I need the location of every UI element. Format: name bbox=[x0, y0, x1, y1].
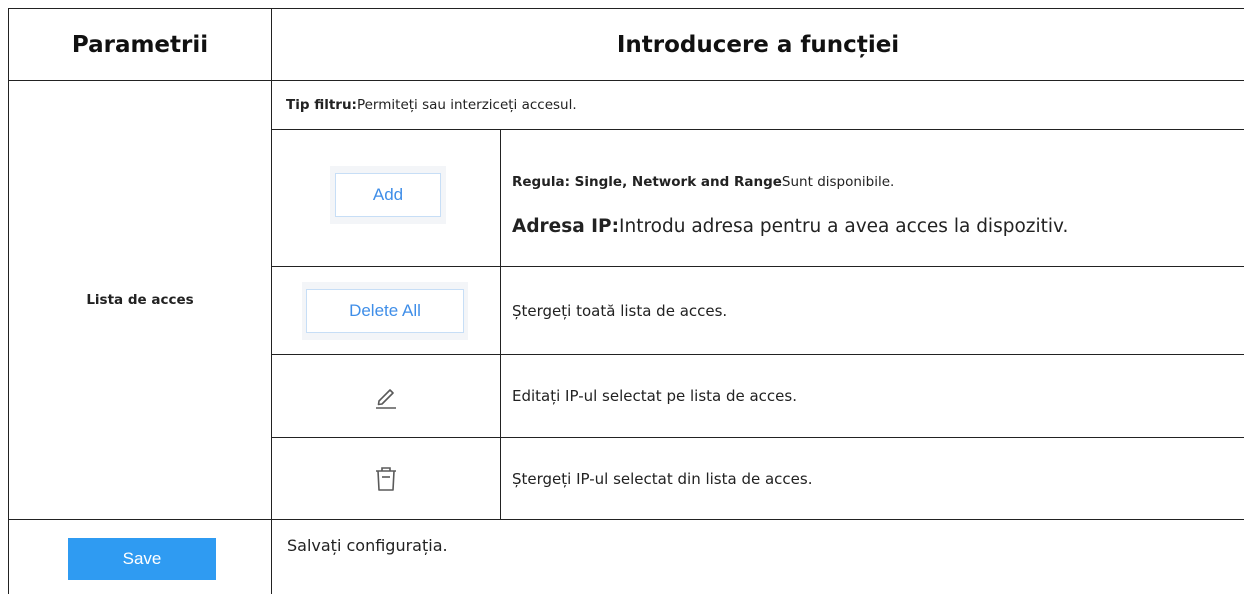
save-button[interactable]: Save bbox=[68, 538, 216, 580]
edit-icon-cell bbox=[272, 355, 500, 437]
edit-description: Editați IP-ul selectat pe lista de acces… bbox=[512, 387, 797, 405]
filter-type-text: Permiteți sau interziceți accesul. bbox=[356, 97, 577, 113]
access-list-bottom-divider bbox=[8, 519, 1244, 520]
add-row-description: Regula: Single, Network and RangeSunt di… bbox=[512, 130, 1232, 266]
add-button-container: Add bbox=[330, 166, 446, 224]
header-function-intro: Introducere a funcției bbox=[616, 31, 900, 58]
trash-icon[interactable] bbox=[373, 465, 399, 493]
ip-address-label: Adresa IP: bbox=[512, 216, 620, 237]
rule-text: Sunt disponibile. bbox=[781, 174, 895, 190]
sub-column-divider bbox=[500, 129, 501, 519]
delete-all-description: Ștergeți toată lista de acces. bbox=[512, 301, 728, 320]
trash-icon-cell bbox=[272, 438, 500, 519]
delete-description: Ștergeți IP-ul selectat din lista de acc… bbox=[512, 469, 813, 488]
delete-all-button-container: Delete All bbox=[302, 282, 468, 340]
save-description: Salvați configurația. bbox=[287, 536, 448, 555]
ip-address-text: Introdu adresa pentru a avea acces la di… bbox=[619, 216, 1069, 237]
filter-type-label: Tip filtru: bbox=[286, 97, 357, 113]
edit-pencil-icon[interactable] bbox=[372, 382, 400, 410]
filter-type-description: Tip filtru: Permiteți sau interziceți acc… bbox=[286, 81, 1226, 129]
delete-all-button[interactable]: Delete All bbox=[306, 289, 464, 333]
header-parameters: Parametrii bbox=[71, 31, 209, 58]
rule-description: Regula: Single, Network and RangeSunt di… bbox=[512, 174, 894, 190]
rule-label: Regula: Single, Network and Range bbox=[512, 174, 782, 190]
add-button[interactable]: Add bbox=[335, 173, 441, 217]
access-list-label: Lista de acces bbox=[86, 292, 194, 308]
ip-address-description: Adresa IP:Introdu adresa pentru a avea a… bbox=[512, 216, 1068, 237]
